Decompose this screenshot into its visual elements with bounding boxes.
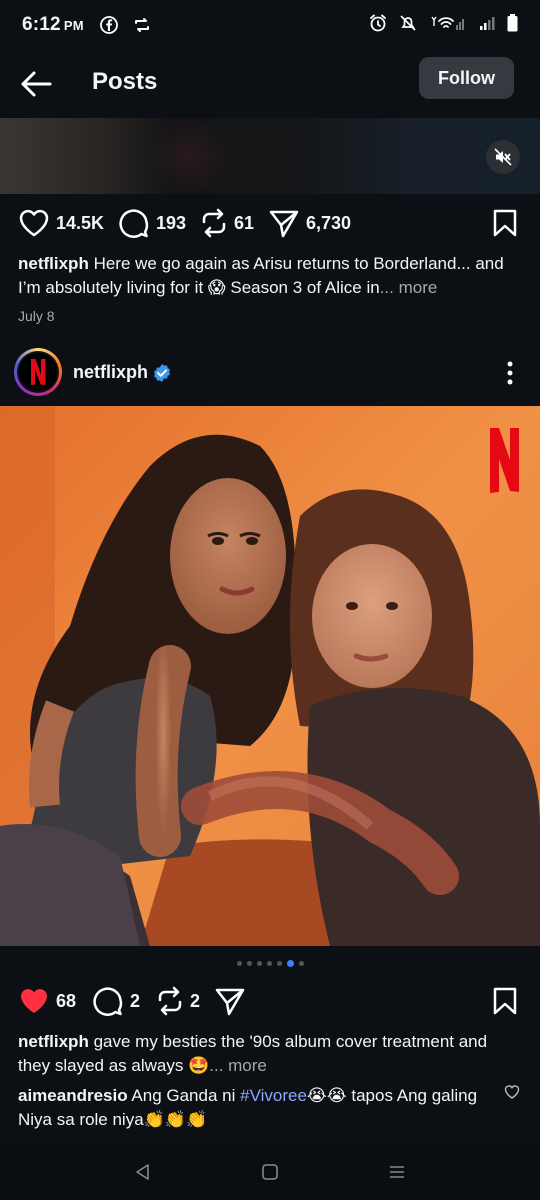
page-title: Posts [92, 68, 158, 95]
previous-post-actions: 14.5K 193 61 6,730 [0, 198, 540, 248]
back-triangle-icon [136, 1164, 150, 1180]
carousel-dot [276, 961, 282, 966]
carousel-dot [236, 961, 242, 966]
mute-bell-icon [399, 14, 417, 37]
nav-recents-button[interactable] [377, 1152, 417, 1192]
like-button[interactable]: 14.5K [18, 208, 104, 238]
comment-button[interactable]: 2 [92, 986, 140, 1016]
recents-menu-icon [389, 1166, 404, 1178]
more-options-button[interactable] [500, 360, 520, 386]
follow-button[interactable]: Follow [419, 57, 514, 99]
send-paper-plane-icon [215, 988, 245, 1016]
previous-post-caption[interactable]: netflixph Here we go again as Arisu retu… [18, 252, 518, 300]
post-photo[interactable] [0, 406, 540, 946]
post-caption[interactable]: netflixph gave my besties the '90s album… [18, 1030, 518, 1078]
home-square-icon [262, 1164, 278, 1180]
vertical-dots-icon [507, 361, 513, 385]
wifi-icon [429, 14, 467, 37]
repost-arrows-icon [158, 986, 182, 1016]
share-count: 6,730 [306, 212, 352, 233]
carousel-dot [286, 960, 294, 967]
carousel-dot [256, 961, 262, 966]
save-button[interactable] [492, 986, 518, 1016]
speaker-muted-icon [494, 148, 512, 166]
comment-preview[interactable]: aimeandresio Ang Ganda ni #Vivoree😭😭 tap… [18, 1084, 498, 1132]
back-arrow-icon [21, 71, 52, 97]
caption-username[interactable]: netflixph [18, 254, 89, 273]
audio-mute-button[interactable] [486, 140, 520, 174]
comment-like-icon[interactable] [504, 1084, 520, 1100]
repost-count: 2 [190, 990, 201, 1011]
nav-home-button[interactable] [250, 1152, 290, 1192]
top-app-bar: Posts Follow [0, 50, 540, 118]
carousel-indicator [0, 960, 540, 967]
comment-username[interactable]: aimeandresio [18, 1086, 128, 1105]
carousel-dot [246, 961, 252, 966]
repost-arrows-icon [202, 208, 226, 238]
comment-count: 193 [156, 212, 187, 233]
send-paper-plane-icon [269, 210, 299, 238]
system-nav-bar [0, 1144, 540, 1200]
carousel-dot [298, 961, 304, 966]
avatar[interactable] [14, 348, 62, 396]
heart-outline-icon [19, 209, 49, 237]
comment-icon [93, 987, 123, 1016]
like-button[interactable]: 68 [18, 986, 76, 1016]
nav-back-button[interactable] [123, 1152, 163, 1192]
save-button[interactable] [492, 208, 518, 238]
post-date: July 8 [18, 308, 55, 324]
post-username[interactable]: netflixph [73, 362, 148, 383]
more-link[interactable]: ... more [380, 278, 438, 297]
bookmark-icon [493, 987, 517, 1015]
comment-button[interactable]: 193 [118, 208, 186, 238]
comment-icon [119, 209, 149, 238]
caption-username[interactable]: netflixph [18, 1032, 89, 1051]
post-actions: 68 2 2 [0, 976, 540, 1026]
back-button[interactable] [20, 70, 52, 98]
heart-filled-icon [21, 989, 47, 1013]
verified-badge-icon [154, 364, 170, 382]
status-time: 6:12 PM [22, 14, 84, 35]
repost-button[interactable]: 2 [156, 986, 200, 1016]
comment-text-start: Ang Ganda ni [131, 1086, 236, 1105]
share-button[interactable] [214, 986, 246, 1016]
signal-icon [479, 15, 495, 36]
photo-illustration [0, 406, 540, 946]
repost-icon [132, 16, 152, 34]
hashtag-link[interactable]: #Vivoree [240, 1086, 307, 1105]
previous-post-media[interactable] [0, 118, 540, 194]
status-bar: 6:12 PM [0, 0, 540, 50]
more-link[interactable]: ... more [209, 1056, 267, 1075]
battery-icon [507, 13, 518, 37]
repost-button[interactable]: 61 [200, 208, 254, 238]
facebook-icon [99, 16, 118, 34]
post-header: netflixph [0, 346, 540, 402]
bookmark-icon [493, 209, 517, 237]
repost-count: 61 [234, 212, 255, 233]
comment-count: 2 [130, 990, 141, 1011]
carousel-dot [266, 961, 272, 966]
like-count: 14.5K [56, 212, 105, 233]
alarm-icon [369, 14, 387, 37]
netflix-logo-icon [31, 359, 46, 385]
share-button[interactable]: 6,730 [268, 208, 351, 238]
like-count: 68 [56, 990, 77, 1011]
